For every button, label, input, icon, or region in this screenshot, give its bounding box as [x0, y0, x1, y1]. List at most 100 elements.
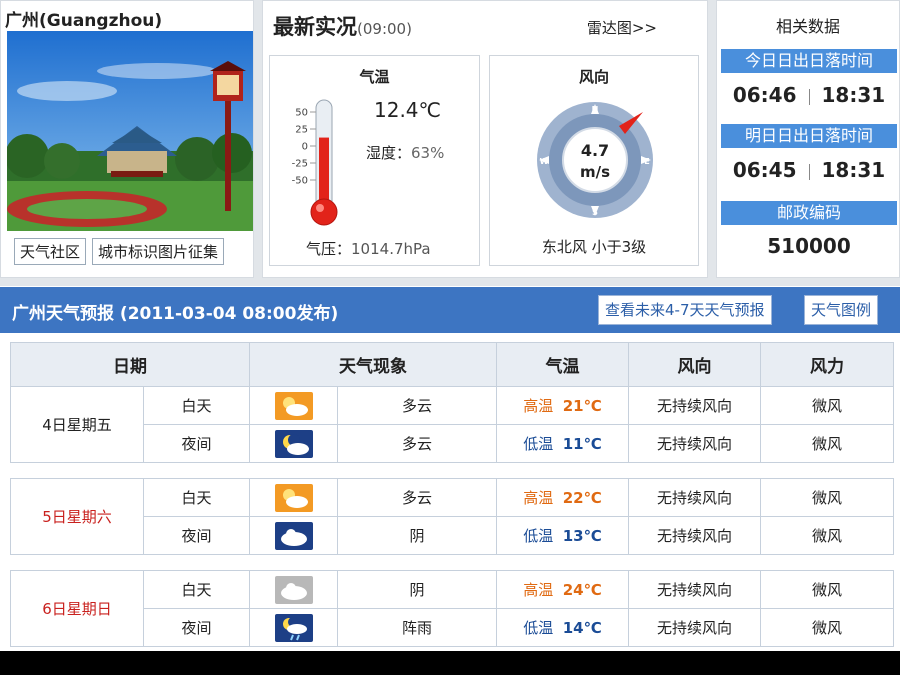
humidity-value: 63%	[411, 144, 445, 162]
wind-direction: 无持续风向	[628, 478, 761, 517]
forecast-row: 5日星期六 白天 多云 高温 22℃ 无持续风向 微风	[10, 478, 894, 555]
forecast-period: 白天	[143, 386, 250, 425]
top-panel-area: 广州(Guangzhou) 天气社区 城市标识图片征集 最新实况(09:00) …	[0, 0, 900, 286]
wind-speed-value: 4.7	[581, 141, 609, 160]
related-data-header: 相关数据	[775, 17, 840, 36]
forecast-header-table: 日期 天气现象 气温 风向 风力	[10, 342, 894, 387]
humidity-label: 湿度：	[366, 144, 412, 162]
weather-icon-cell	[249, 608, 338, 647]
radar-map-link[interactable]: 雷达图>>	[587, 17, 657, 38]
city-panel: 广州(Guangzhou) 天气社区 城市标识图片征集	[0, 0, 254, 278]
wind-force: 微风	[760, 516, 894, 555]
observation-time: (09:00)	[357, 20, 412, 38]
wind-force: 微风	[760, 386, 894, 425]
thermometer-tick-label: 50	[295, 108, 308, 119]
temp-value: 13℃	[562, 527, 602, 545]
temp-label: 高温	[523, 581, 554, 599]
wind-direction: 无持续风向	[628, 516, 761, 555]
city-landmark-photo	[7, 31, 253, 231]
weather-phenomenon: 阴	[337, 570, 497, 609]
forecast-row: 4日星期五 白天 多云 高温 21℃ 无持续风向 微风	[10, 386, 894, 463]
column-weather: 天气现象	[249, 342, 497, 387]
weather-phenomenon: 多云	[337, 478, 497, 517]
wind-direction: 无持续风向	[628, 608, 761, 647]
forecast-date: 4日星期五	[10, 386, 144, 463]
thermometer-icon: 50 25 0 -25 -50	[292, 99, 338, 226]
weather-community-link[interactable]: 天气社区	[14, 238, 87, 265]
thermometer-tick-label: 25	[295, 125, 308, 136]
thermometer-tick-label: -25	[292, 159, 308, 170]
compass-north-label: N	[592, 105, 599, 114]
wind-force: 微风	[760, 570, 894, 609]
column-date: 日期	[10, 342, 250, 387]
forecast-row: 夜间 多云 低温 11℃ 无持续风向 微风	[11, 424, 894, 463]
city-title: 广州(Guangzhou)	[5, 11, 163, 31]
wind-force: 微风	[760, 608, 894, 647]
weather-icon-cell	[249, 478, 338, 517]
current-conditions-panel: 最新实况(09:00) 雷达图>> 气温 50 25 0 -25 -50 12.4℃ 湿…	[262, 0, 708, 278]
temp-value: 11℃	[562, 435, 602, 453]
forecast-period: 白天	[143, 570, 250, 609]
weather-icon-cell	[249, 386, 338, 425]
shower-night-icon	[274, 613, 313, 642]
wind-force: 微风	[760, 478, 894, 517]
forecast-row: 6日星期日 白天阴高温 24℃ 无持续风向 微风	[10, 570, 894, 647]
forecast-title: 广州天气预报 (2011-03-04 08:00发布)	[12, 304, 339, 324]
wind-direction: 无持续风向	[628, 424, 761, 463]
current-temperature: 12.4℃	[374, 98, 441, 122]
pressure-label: 气压：	[306, 240, 352, 258]
related-data-panel: 相关数据 今日日出日落时间 06:46 18:31 明日日出日落时间 06:45 1…	[716, 0, 900, 278]
weather-legend-button[interactable]: 天气图例	[804, 295, 879, 325]
column-wind-force: 风力	[760, 342, 894, 387]
forecast-period: 夜间	[143, 608, 250, 647]
sun-tomorrow-label: 明日日出日落时间	[721, 124, 897, 148]
forecast-temperature: 低温 11℃	[496, 424, 629, 463]
weather-icon-cell	[249, 516, 338, 555]
thermometer-tick-label: 0	[302, 142, 308, 153]
forecast-row: 夜间 阵雨 低温 14℃ 无持续风向 微风	[11, 608, 894, 647]
weather-icon-cell	[249, 570, 338, 609]
city-photo-contest-link[interactable]: 城市标识图片征集	[92, 238, 225, 265]
sunset-tomorrow: 18:31	[821, 158, 886, 182]
forecast-header-bar: 广州天气预报 (2011-03-04 08:00发布) 查看未来4-7天天气预报…	[0, 287, 900, 333]
wind-force: 微风	[760, 424, 894, 463]
temp-label: 低温	[523, 527, 554, 545]
sun-times-today: 06:46 18:31	[721, 83, 897, 107]
forecast-day-table: 4日星期五 白天 多云 高温 21℃ 无持续风向 微风 夜间 多云 低温 11℃ 无持续风向 微风	[10, 386, 894, 463]
postcode-value: 510000	[767, 234, 851, 258]
humidity-row: 湿度：63%	[366, 142, 444, 163]
weather-phenomenon: 阴	[337, 516, 497, 555]
view-4-7-day-forecast-button[interactable]: 查看未来4-7天天气预报	[598, 295, 772, 325]
sunrise-tomorrow: 06:45	[732, 158, 797, 182]
wind-compass-icon: N E S W 4.7 m/s	[537, 102, 653, 218]
forecast-day-table: 5日星期六 白天 多云 高温 22℃ 无持续风向 微风 夜间阴低温 13℃ 无持续风向 微风	[10, 478, 894, 555]
overcast-day-icon	[274, 575, 313, 604]
pressure-row: 气压：1014.7hPa	[306, 238, 431, 259]
wind-card-header: 风向	[578, 68, 609, 86]
compass-south-label: S	[592, 208, 598, 217]
column-wind-direction: 风向	[628, 342, 761, 387]
partly-cloudy-night-icon	[274, 429, 313, 458]
weather-phenomenon: 多云	[337, 424, 497, 463]
thermometer-tick-label: -50	[292, 176, 308, 187]
overcast-night-icon	[274, 521, 313, 550]
wind-speed-unit: m/s	[580, 163, 610, 181]
forecast-temperature: 高温 22℃	[496, 478, 629, 517]
divider	[808, 88, 810, 105]
sun-times-tomorrow: 06:45 18:31	[721, 158, 897, 182]
forecast-period: 夜间	[143, 516, 250, 555]
partly-cloudy-day-icon	[274, 391, 313, 420]
temp-value: 14℃	[562, 619, 602, 637]
temp-label: 高温	[523, 397, 554, 415]
temp-value: 21℃	[562, 397, 602, 415]
temp-label: 低温	[523, 619, 554, 637]
weather-phenomenon: 多云	[337, 386, 497, 425]
wind-description: 东北风 小于3级	[541, 238, 647, 256]
forecast-date: 5日星期六	[10, 478, 144, 555]
weather-phenomenon: 阵雨	[337, 608, 497, 647]
forecast-period: 夜间	[143, 424, 250, 463]
partly-cloudy-day-icon	[274, 483, 313, 512]
weather-icon-cell	[249, 424, 338, 463]
current-conditions-heading: 最新实况	[273, 15, 357, 39]
temp-value: 22℃	[562, 489, 602, 507]
